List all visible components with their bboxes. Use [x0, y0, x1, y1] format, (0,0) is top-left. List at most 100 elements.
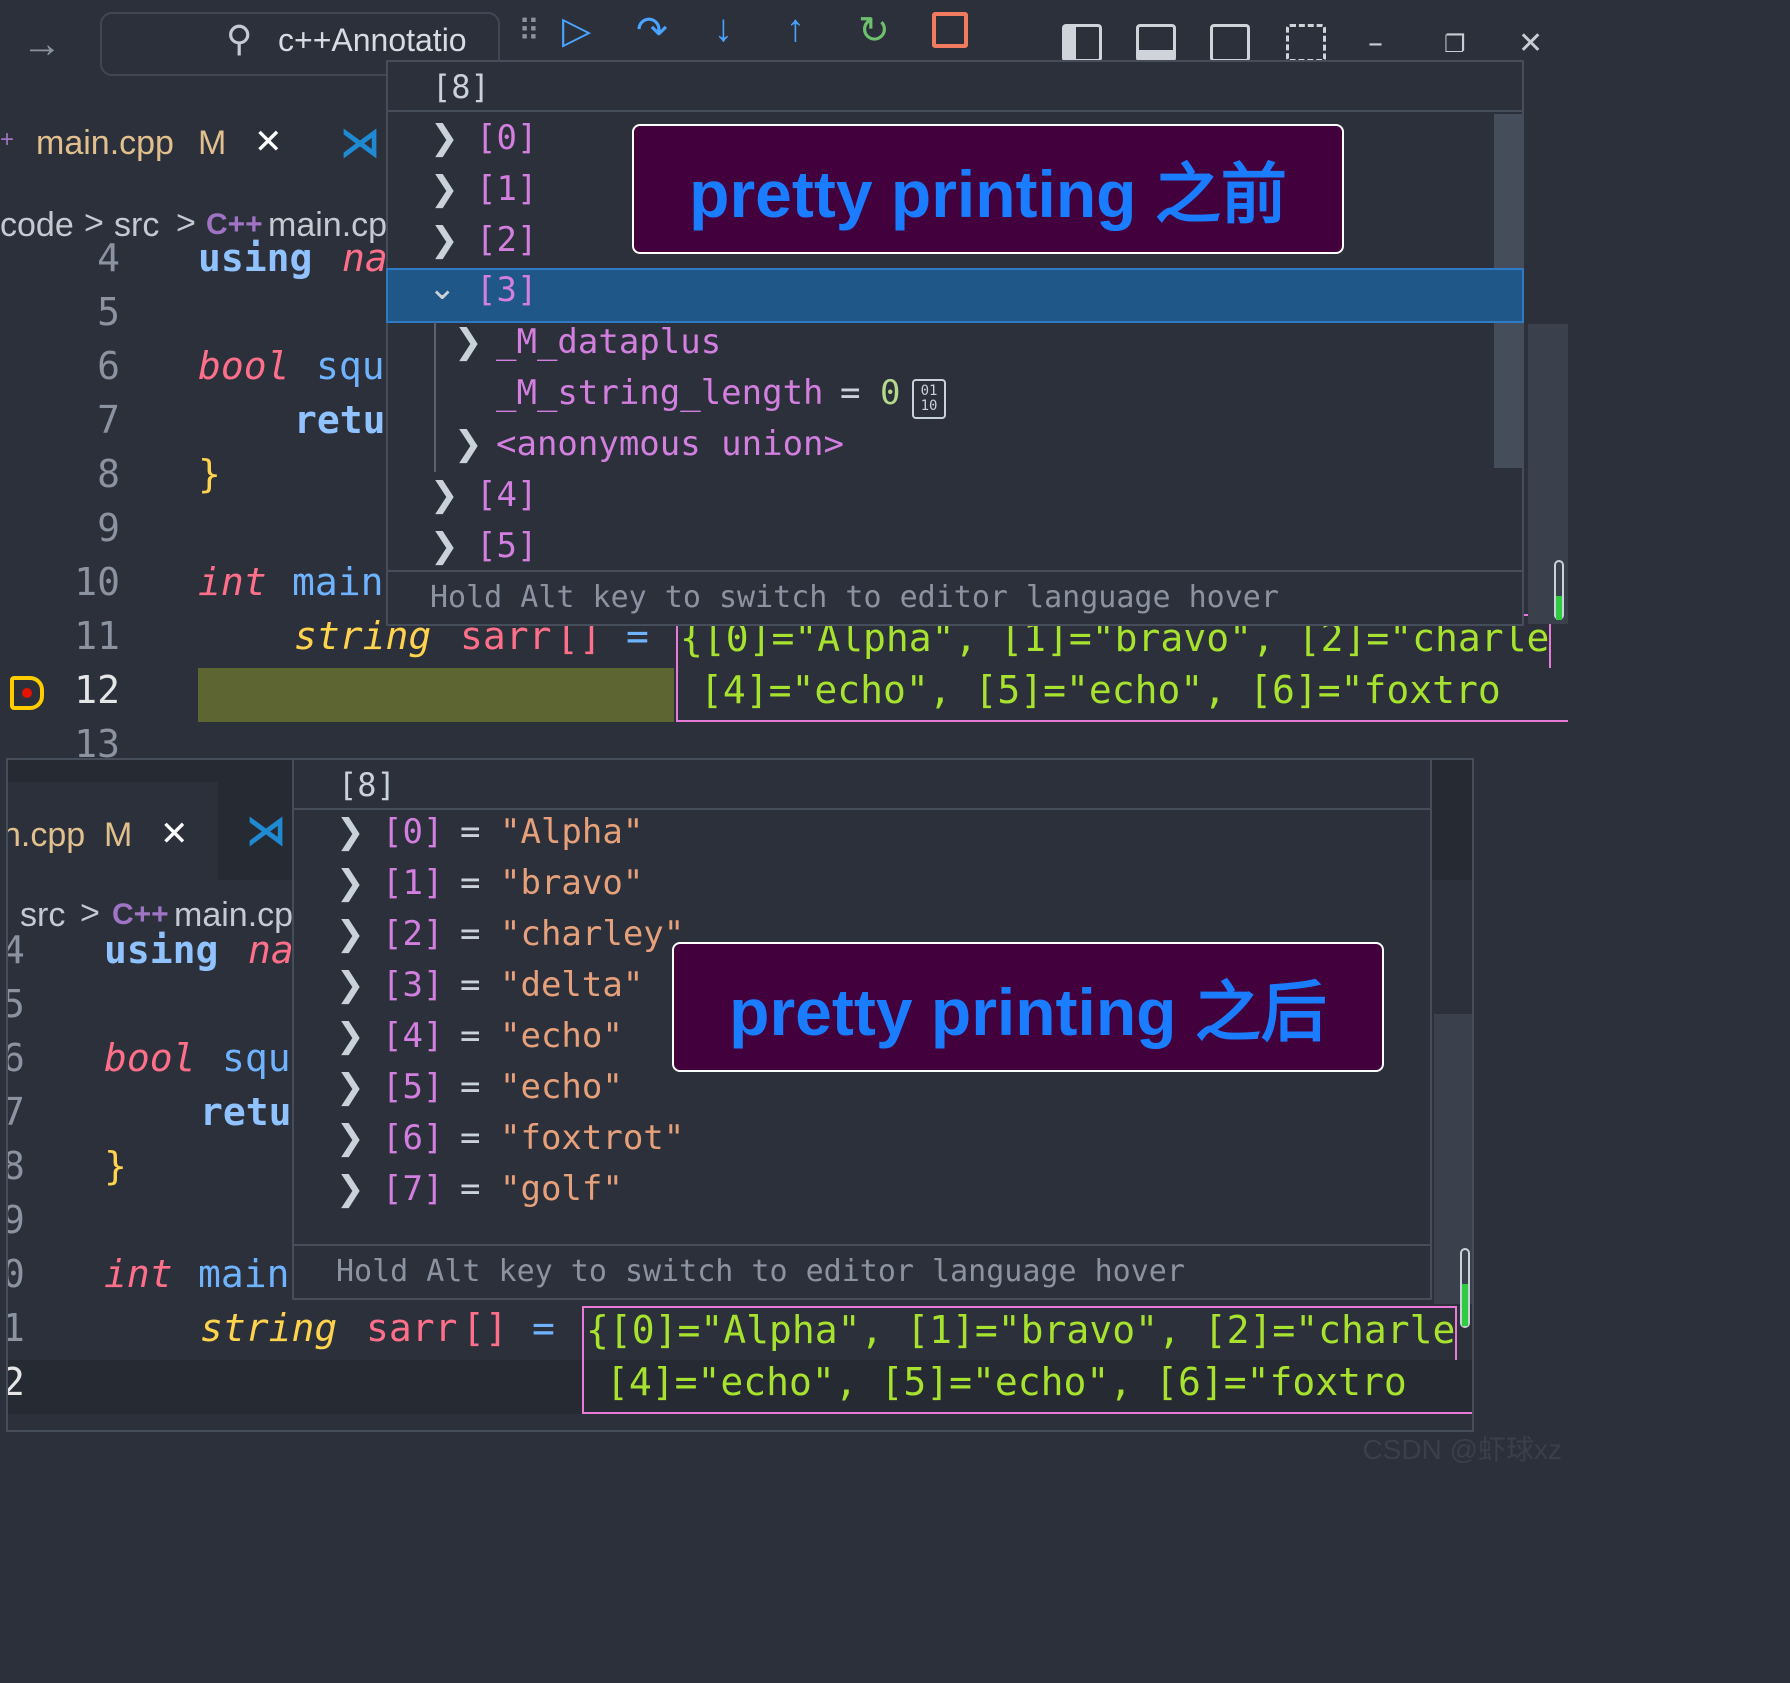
tree-item-label: [1] [476, 169, 538, 209]
hover-footer: Hold Alt key to switch to editor languag… [388, 570, 1522, 624]
hover-title: [8] [388, 62, 1522, 112]
hover-title: [8] [294, 760, 1430, 810]
code-token: na [248, 928, 294, 972]
step-into-icon[interactable]: ↓ [714, 8, 733, 51]
tree-item-label: [2] [476, 220, 538, 260]
breakpoint-line-highlight [198, 668, 674, 722]
chevron-right-icon: ❯ [430, 220, 459, 260]
tree-item[interactable]: ❯ [1] = "bravo" [294, 863, 1402, 914]
code-line: 1 string sarr [] = {[0]="Alpha", [1]="br… [8, 1306, 1472, 1360]
code-token: [] [462, 1306, 508, 1350]
chevron-right-icon: ❯ [336, 914, 365, 954]
tab-close-icon[interactable]: ✕ [254, 122, 283, 162]
tree-item[interactable]: ❯ _M_dataplus [388, 322, 1494, 373]
tree-item-eq: = [460, 1016, 481, 1056]
code-line: 13 [0, 722, 1568, 760]
code-token: int [104, 1252, 173, 1296]
tree-item-value: "bravo" [500, 863, 644, 903]
tree-item-value: "Alpha" [500, 812, 644, 852]
code-token: main [292, 560, 384, 604]
step-over-icon[interactable]: ↷ [636, 8, 668, 53]
tree-item-label: [3] [476, 270, 538, 310]
modified-badge: M [198, 124, 227, 162]
tree-item-index: [1] [382, 863, 444, 903]
tree-item-value: "echo" [500, 1067, 623, 1107]
tree-item-eq: = [460, 1169, 481, 1209]
code-token: squ [316, 344, 385, 388]
tree-item-value: "foxtrot" [500, 1118, 685, 1158]
vscode-logo-icon: ⋊ [340, 121, 380, 165]
binary-view-icon[interactable]: 01 10 [912, 379, 946, 419]
code-token: main [198, 1252, 290, 1296]
code-token: bool [104, 1036, 196, 1080]
minimize-icon[interactable]: – [1368, 26, 1383, 61]
watermark: CSDN @虾球xz [1362, 1434, 1562, 1465]
line-number: 8 [8, 1144, 25, 1188]
line-number: 13 [74, 722, 120, 760]
tab-filename: n.cpp [6, 816, 86, 854]
top-screenshot: → ⚲ c++Annotatio ⠿ ▷ ↷ ↓ ↑ ↻ – ❐ ✕ + mai… [0, 0, 1568, 760]
tree-item[interactable]: ❯ [0] = "Alpha" [294, 812, 1402, 863]
code-token: string [200, 1306, 338, 1350]
code-token: } [104, 1144, 127, 1188]
search-icon: ⚲ [226, 18, 253, 59]
overlay-label-before: pretty printing 之前 [632, 124, 1344, 254]
chevron-right-icon: ❯ [336, 1169, 365, 1209]
code-token: using [104, 928, 219, 972]
line-number: 2 [8, 1360, 25, 1404]
stop-icon[interactable] [932, 12, 968, 48]
inline-values: [4]="echo", [5]="echo", [6]="foxtro [676, 668, 1568, 722]
tree-item-selected[interactable]: ⌄ [3] [386, 268, 1524, 323]
drag-handle-icon[interactable]: ⠿ [518, 14, 540, 49]
tree-item-label: _M_string_length [496, 373, 824, 413]
tab-filename: main.cpp [36, 124, 174, 162]
line-number: 10 [74, 560, 120, 604]
code-token: retu [294, 398, 386, 442]
tree-item[interactable]: ❯ [5] = "echo" [294, 1067, 1402, 1118]
tree-item-eq: = [460, 1118, 481, 1158]
tree-item-value: "charley" [500, 914, 685, 954]
tree-item[interactable]: ❯ [4] [388, 475, 1494, 526]
tree-item-index: [4] [382, 1016, 444, 1056]
line-number: 9 [97, 506, 120, 550]
hover-footer: Hold Alt key to switch to editor languag… [294, 1244, 1430, 1298]
tree-item-eq: = [840, 373, 861, 413]
line-number: 6 [8, 1036, 25, 1080]
chevron-right-icon: ❯ [336, 965, 365, 1005]
tree-item-eq: = [460, 863, 481, 903]
chevron-right-icon: ❯ [336, 1118, 365, 1158]
toggle-secondary-sidebar-icon[interactable] [1210, 24, 1250, 62]
close-icon[interactable]: ✕ [1518, 26, 1543, 61]
cpp-file-icon: C++ [112, 898, 169, 931]
tree-item-label: <anonymous union> [496, 424, 844, 464]
tree-item[interactable]: ❯ [7] = "golf" [294, 1169, 1402, 1220]
hover-title-text: [8] [432, 68, 490, 106]
chevron-right-icon: ❯ [336, 1067, 365, 1107]
line-number: 7 [97, 398, 120, 442]
step-out-icon[interactable]: ↑ [786, 8, 805, 51]
inline-values: [4]="echo", [5]="echo", [6]="foxtro [582, 1360, 1472, 1414]
tree-item[interactable]: ❯ <anonymous union> [388, 424, 1494, 475]
toggle-primary-sidebar-icon[interactable] [1062, 24, 1102, 62]
tree-item[interactable]: ❯ [6] = "foxtrot" [294, 1118, 1402, 1169]
tree-item-value: "echo" [500, 1016, 623, 1056]
toggle-panel-icon[interactable] [1136, 24, 1176, 62]
hover-footer-text: Hold Alt key to switch to editor languag… [430, 580, 1279, 615]
tree-item[interactable]: _M_string_length = 0 01 10 [388, 373, 1494, 424]
customize-layout-icon[interactable] [1286, 24, 1326, 62]
continue-icon[interactable]: ▷ [562, 8, 591, 53]
tab-close-icon[interactable]: ✕ [160, 814, 189, 854]
tree-item-index: [7] [382, 1169, 444, 1209]
tree-item-eq: = [460, 965, 481, 1005]
code-token: } [198, 452, 221, 496]
tree-item-index: [3] [382, 965, 444, 1005]
editor-tab[interactable]: + main.cpp M ✕ ⋊ [0, 116, 390, 176]
restart-icon[interactable]: ↻ [858, 8, 890, 53]
tree-item-index: [6] [382, 1118, 444, 1158]
editor-tab[interactable]: n.cpp M ✕ [8, 782, 218, 880]
line-number: 12 [74, 668, 120, 712]
restore-icon[interactable]: ❐ [1444, 30, 1466, 58]
arrow-right-icon[interactable]: → [22, 22, 62, 67]
tree-item-label: [5] [476, 526, 538, 566]
search-text: c++Annotatio [278, 22, 467, 58]
